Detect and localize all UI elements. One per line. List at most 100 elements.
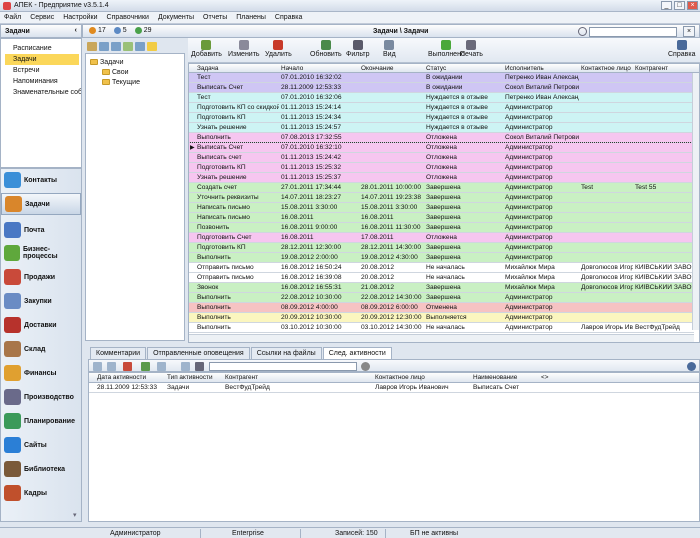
tree-node[interactable]: Текущие xyxy=(86,77,184,87)
nav-item-14[interactable]: Кадры xyxy=(1,482,81,504)
view-icon[interactable] xyxy=(157,362,166,371)
add-icon[interactable] xyxy=(123,42,133,51)
activity-row[interactable]: 28.11.2009 12:53:33 Задачи ВестФудТрейд Лав… xyxy=(89,383,699,393)
pin-icon[interactable] xyxy=(147,42,157,51)
column-header[interactable]: <> xyxy=(541,374,548,381)
nav-item-11[interactable]: Планирование xyxy=(1,410,81,432)
left-list-item[interactable]: Встречи xyxy=(1,65,81,76)
column-header[interactable]: Исполнитель xyxy=(505,65,544,72)
toolbar-button[interactable]: Вид xyxy=(383,40,396,58)
left-list-item[interactable]: Напоминания xyxy=(1,76,81,87)
nav-item-6[interactable]: Закупки xyxy=(1,290,81,312)
table-row[interactable]: Создать счет 27.01.2011 17:34:44 28.01.201… xyxy=(189,183,694,193)
menu-reports[interactable]: Отчеты xyxy=(203,14,227,21)
column-header[interactable]: Окончание xyxy=(361,65,393,72)
table-row[interactable]: Выписать счет 01.11.2013 15:24:42 Отложена… xyxy=(189,153,694,163)
table-row[interactable]: Подготовить КП со скидкой 01.11.2013 15:2… xyxy=(189,103,694,113)
table-row[interactable]: Тест 07.01.2010 16:32:02 В ожидании Петренк… xyxy=(189,73,694,83)
table-row[interactable]: Узнать решение 01.11.2013 15:24:57 Нуждает… xyxy=(189,123,694,133)
tab-1[interactable]: Комментарии xyxy=(90,347,147,359)
nav-item-13[interactable]: Библиотека xyxy=(1,458,81,480)
clear-search-button[interactable]: × xyxy=(683,26,695,37)
column-header[interactable]: Тип активности xyxy=(167,374,213,381)
nav-item-7[interactable]: Доставки xyxy=(1,314,81,336)
nav-item-10[interactable]: Производство xyxy=(1,386,81,408)
table-row[interactable]: Позвонить 16.08.2011 9:00:00 16.08.2011 11… xyxy=(189,223,694,233)
table-row[interactable]: Узнать решение 01.11.2013 15:25:37 Отложен… xyxy=(189,173,694,183)
table-row[interactable]: Выполнить 03.10.2012 10:30:00 03.10.2012 1… xyxy=(189,323,694,333)
menu-file[interactable]: Файл xyxy=(4,14,21,21)
column-header[interactable]: Начало xyxy=(281,65,303,72)
toolbar-button[interactable]: Удалить xyxy=(265,40,292,58)
table-row[interactable]: Выполнить 07.08.2013 17:32:55 Отложена Соко… xyxy=(189,133,694,143)
tree-node[interactable]: Задачи xyxy=(86,57,184,67)
menu-references[interactable]: Справочники xyxy=(107,14,149,21)
table-row[interactable]: Выполнить 19.08.2012 2:00:00 19.08.2012 4:… xyxy=(189,253,694,263)
menu-settings[interactable]: Настройки xyxy=(63,14,97,21)
nav-item-5[interactable]: Продажи xyxy=(1,266,81,288)
nav-item-3[interactable]: Почта xyxy=(1,219,81,241)
table-row[interactable]: Звонок 16.08.2012 16:55:31 21.08.2012 Завер… xyxy=(189,283,694,293)
toolbar-button[interactable]: Обновить xyxy=(310,40,342,58)
filter-icon[interactable] xyxy=(107,362,116,371)
table-row[interactable]: Отправить письмо 16.08.2012 16:39:08 20.08… xyxy=(189,273,694,283)
nav-item-4[interactable]: Бизнес-процессы xyxy=(1,242,81,264)
menu-plans[interactable]: Планены xyxy=(236,14,266,21)
toolbar-button[interactable]: Добавить xyxy=(191,40,222,58)
tab-2[interactable]: Отправленные оповещения xyxy=(147,347,250,359)
toolbar-button[interactable]: Фильтр xyxy=(346,40,370,58)
edit-folder-icon[interactable] xyxy=(111,42,121,51)
column-header[interactable]: Задача xyxy=(197,65,218,72)
toolbar-button[interactable]: Печать xyxy=(460,40,483,58)
tab-3[interactable]: Ссылки на файлы xyxy=(250,347,322,359)
menu-service[interactable]: Сервис xyxy=(30,14,54,21)
copy-icon[interactable] xyxy=(181,362,190,371)
table-row[interactable]: Написать письмо 16.08.2011 16.08.2011 Завер… xyxy=(189,213,694,223)
nav-item-2[interactable]: Задачи xyxy=(1,193,81,215)
tab-4[interactable]: След. активности xyxy=(322,347,392,359)
menu-documents[interactable]: Документы xyxy=(158,14,194,21)
table-row[interactable]: Выполнить 22.08.2012 10:30:00 22.08.2012 1… xyxy=(189,293,694,303)
collapse-icon[interactable]: ‹ xyxy=(75,27,77,34)
table-row[interactable]: Тест 07.01.2010 16:32:06 Нуждается в отзыв… xyxy=(189,93,694,103)
close-button[interactable]: × xyxy=(687,1,698,10)
column-header[interactable]: Контактное лицо xyxy=(375,374,425,381)
maximize-button[interactable]: □ xyxy=(674,1,685,10)
vertical-scrollbar[interactable] xyxy=(692,73,699,330)
clear-icon[interactable] xyxy=(361,362,370,371)
toolbar-button[interactable]: Изменить xyxy=(228,40,260,58)
column-header[interactable]: Статус xyxy=(426,65,446,72)
nav-item-1[interactable]: Контакты xyxy=(1,169,81,191)
left-list-item[interactable]: Задачи xyxy=(5,54,79,65)
detail-search-input[interactable] xyxy=(209,362,357,371)
column-header[interactable]: Дата активности xyxy=(97,374,146,381)
left-list-item[interactable]: Расписание xyxy=(1,43,81,54)
folder-open-icon[interactable] xyxy=(87,42,97,51)
table-row[interactable]: ▶ Выписать Счет 07.01.2010 16:32:10 Отложен… xyxy=(189,142,695,154)
nav-item-12[interactable]: Сайты xyxy=(1,434,81,456)
column-header[interactable]: Контактное лицо xyxy=(581,65,631,72)
search-input[interactable] xyxy=(589,27,677,37)
table-row[interactable]: Уточнить реквизиты 14.07.2011 18:23:27 14.… xyxy=(189,193,694,203)
table-row[interactable]: Подготовить Счет 16.08.2011 17.08.2011 Отло… xyxy=(189,233,694,243)
nav-item-9[interactable]: Финансы xyxy=(1,362,81,384)
table-row[interactable]: Подготовить КП 01.11.2013 15:25:32 Отложен… xyxy=(189,163,694,173)
minimize-button[interactable]: _ xyxy=(661,1,672,10)
table-row[interactable]: Выполнить 08.09.2012 4:00:00 08.09.2012 6:… xyxy=(189,303,694,313)
new-folder-icon[interactable] xyxy=(99,42,109,51)
column-header[interactable]: Контрагент xyxy=(635,65,668,72)
nav-item-8[interactable]: Склад xyxy=(1,338,81,360)
toolbar-button[interactable]: Справка xyxy=(668,40,695,58)
help-icon[interactable] xyxy=(687,362,696,371)
tree-node[interactable]: Свои xyxy=(86,67,184,77)
table-row[interactable]: Выполнить 20.09.2012 10:30:00 20.09.2012 1… xyxy=(189,313,694,323)
horizontal-scrollbar[interactable] xyxy=(189,334,694,342)
table-row[interactable]: Подготовить КП 01.11.2013 15:24:34 Нуждает… xyxy=(189,113,694,123)
chevron-down-icon[interactable]: ▾ xyxy=(73,511,77,519)
menu-help[interactable]: Справка xyxy=(275,14,302,21)
delete-icon[interactable] xyxy=(123,362,132,371)
table-row[interactable]: Подготовить КП 28.12.2011 12:30:00 28.12.2… xyxy=(189,243,694,253)
refresh-icon[interactable] xyxy=(141,362,150,371)
column-header[interactable]: Контрагент xyxy=(225,374,258,381)
print-icon[interactable] xyxy=(93,362,102,371)
